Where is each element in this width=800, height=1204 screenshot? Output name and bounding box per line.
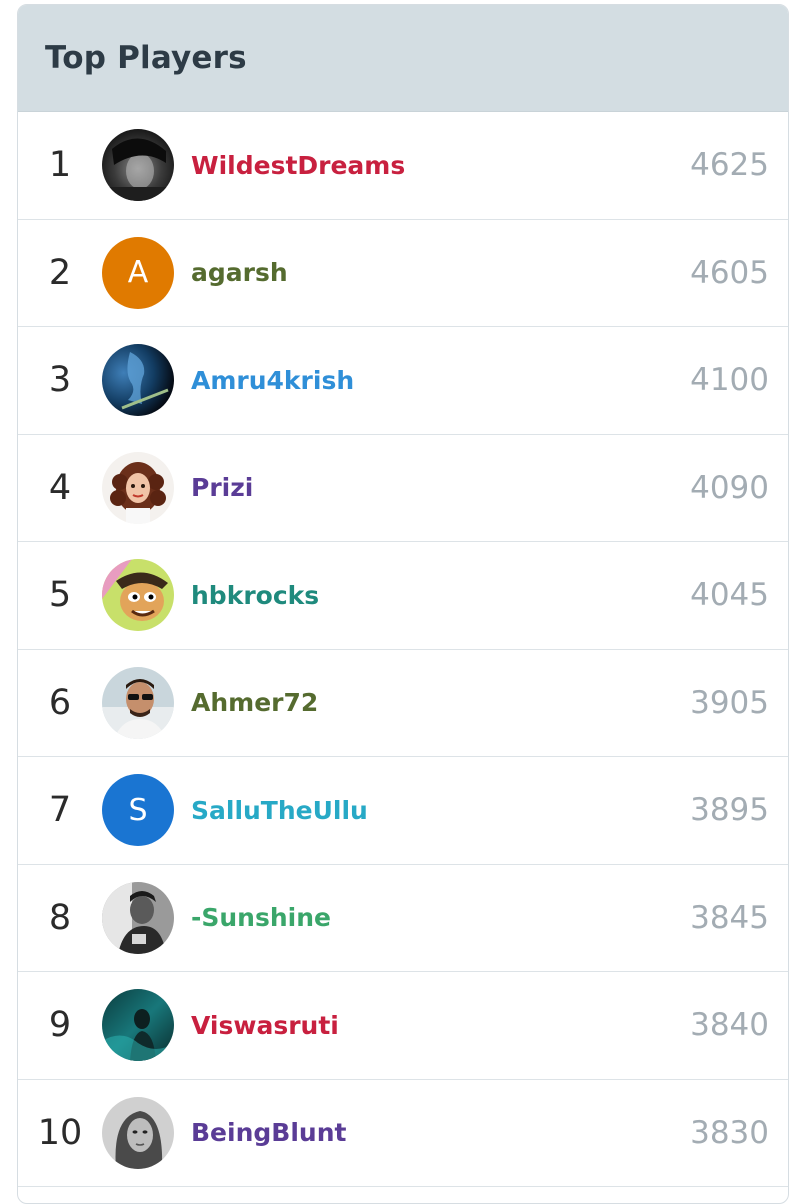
player-row[interactable]: 9 Viswasruti 3840 — [18, 972, 788, 1080]
avatar-letter: S — [128, 792, 148, 828]
leaderboard-title: Top Players — [45, 40, 247, 76]
player-name[interactable]: Amru4krish — [191, 366, 690, 395]
dark-portrait-photo-icon[interactable] — [102, 129, 174, 202]
player-score: 3845 — [690, 899, 769, 936]
player-score: 4100 — [690, 362, 769, 399]
teal-scene-photo-icon[interactable] — [102, 989, 174, 1062]
player-rank: 2 — [48, 252, 72, 293]
blue-face-photo-icon[interactable] — [102, 344, 174, 417]
player-name[interactable]: WildestDreams — [191, 151, 690, 180]
player-name[interactable]: agarsh — [191, 258, 690, 287]
player-row[interactable]: 4 Prizi 4090 — [18, 435, 788, 542]
player-score: 3895 — [690, 792, 769, 829]
avatar-letter: A — [127, 255, 149, 291]
player-row[interactable]: 8 -Sunshine 3845 — [18, 865, 788, 972]
curly-hair-cartoon-icon[interactable] — [102, 451, 174, 524]
player-rank: 9 — [48, 1005, 72, 1046]
cartoon-character-icon[interactable] — [102, 559, 174, 632]
player-name[interactable]: BeingBlunt — [191, 1118, 690, 1147]
player-score: 4605 — [690, 254, 769, 291]
player-score: 4625 — [690, 147, 769, 184]
player-row[interactable]: 5 hbkrocks 4045 — [18, 542, 788, 650]
player-rank: 10 — [37, 1112, 83, 1153]
player-row[interactable]: 6 Ahmer72 3905 — [18, 650, 788, 757]
player-score: 4045 — [690, 577, 769, 614]
player-score: 4090 — [690, 469, 769, 506]
player-list: 1 WildestDreams 4625 2 A agarsh 4605 3 A… — [18, 112, 788, 1187]
letter-avatar-icon[interactable]: S — [102, 774, 174, 847]
player-row[interactable]: 2 A agarsh 4605 — [18, 220, 788, 327]
leaderboard-card: Top Players 1 WildestDreams 4625 2 A aga… — [17, 4, 789, 1204]
man-sunglasses-photo-icon[interactable] — [102, 666, 174, 739]
grayscale-person-photo-icon[interactable] — [102, 881, 174, 954]
player-score: 3830 — [690, 1114, 769, 1151]
player-rank: 3 — [48, 360, 72, 401]
player-rank: 5 — [48, 575, 72, 616]
player-name[interactable]: Viswasruti — [191, 1011, 690, 1040]
player-rank: 8 — [48, 897, 72, 938]
player-name[interactable]: Ahmer72 — [191, 688, 690, 717]
player-name[interactable]: -Sunshine — [191, 903, 690, 932]
player-row[interactable]: 10 BeingBlunt 3830 — [18, 1080, 788, 1187]
player-rank: 1 — [48, 145, 72, 186]
player-row[interactable]: 7 S SalluTheUllu 3895 — [18, 757, 788, 865]
letter-avatar-icon[interactable]: A — [102, 236, 174, 309]
leaderboard-header: Top Players — [18, 5, 788, 112]
player-score: 3905 — [690, 684, 769, 721]
player-name[interactable]: SalluTheUllu — [191, 796, 690, 825]
player-rank: 6 — [48, 682, 72, 723]
player-row[interactable]: 3 Amru4krish 4100 — [18, 327, 788, 435]
player-name[interactable]: hbkrocks — [191, 581, 690, 610]
player-score: 3840 — [690, 1007, 769, 1044]
player-rank: 4 — [48, 467, 72, 508]
player-rank: 7 — [48, 790, 72, 831]
grayscale-woman-photo-icon[interactable] — [102, 1096, 174, 1169]
player-name[interactable]: Prizi — [191, 473, 690, 502]
player-row[interactable]: 1 WildestDreams 4625 — [18, 112, 788, 220]
